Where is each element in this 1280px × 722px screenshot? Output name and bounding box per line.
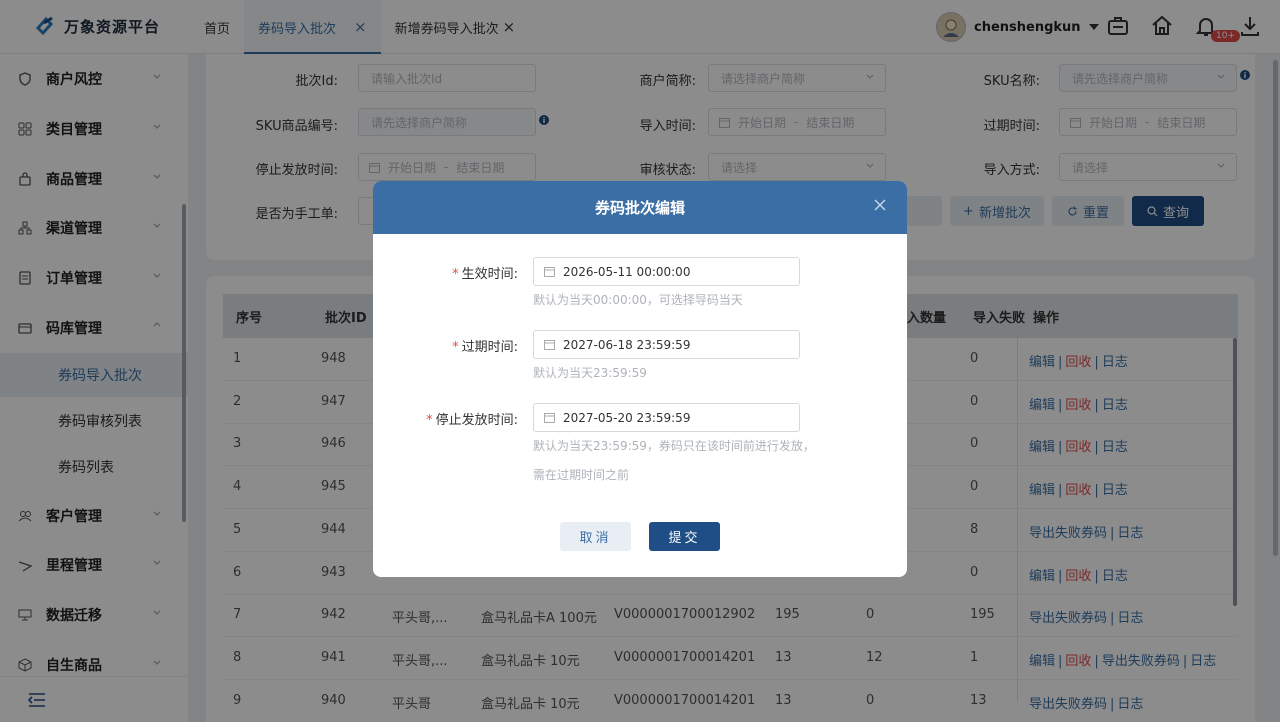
required-mark: * (452, 267, 459, 282)
dialog-title: 券码批次编辑 (594, 199, 685, 217)
dialog-header: 券码批次编辑 (373, 181, 907, 234)
effective-time-hint: 默认为当天00:00:00，可选择导码当天 (533, 293, 743, 307)
cancel-button[interactable]: 取消 (560, 522, 631, 551)
calendar-icon (544, 412, 555, 423)
expire-time-label: * 过期时间: (378, 336, 518, 355)
stop-issue-time-label: * 停止发放时间: (378, 409, 518, 428)
stop-issue-time-hint-2: 需在过期时间之前 (533, 468, 630, 482)
calendar-icon (544, 266, 555, 277)
required-mark: * (426, 413, 433, 428)
close-icon[interactable] (873, 198, 887, 212)
stop-issue-time-hint: 默认为当天23:59:59，券码只在该时间前进行发放， (533, 439, 815, 453)
required-mark: * (452, 340, 459, 355)
input-value: 2027-05-20 23:59:59 (563, 410, 691, 425)
calendar-icon (544, 339, 555, 350)
stop-issue-time-picker[interactable]: 2027-05-20 23:59:59 (533, 403, 800, 432)
expire-time-hint: 默认为当天23:59:59 (533, 366, 647, 380)
label-text: 停止发放时间: (435, 413, 518, 428)
input-value: 2027-06-18 23:59:59 (563, 337, 691, 352)
label-text: 生效时间: (461, 267, 518, 282)
input-value: 2026-05-11 00:00:00 (563, 264, 691, 279)
batch-edit-dialog: 券码批次编辑 * 生效时间: 2026-05-11 00:00:00 默认为当天0… (373, 181, 907, 577)
submit-button[interactable]: 提交 (649, 522, 720, 551)
label-text: 过期时间: (461, 340, 518, 355)
effective-time-picker[interactable]: 2026-05-11 00:00:00 (533, 257, 800, 286)
effective-time-label: * 生效时间: (378, 263, 518, 282)
expire-time-picker[interactable]: 2027-06-18 23:59:59 (533, 330, 800, 359)
